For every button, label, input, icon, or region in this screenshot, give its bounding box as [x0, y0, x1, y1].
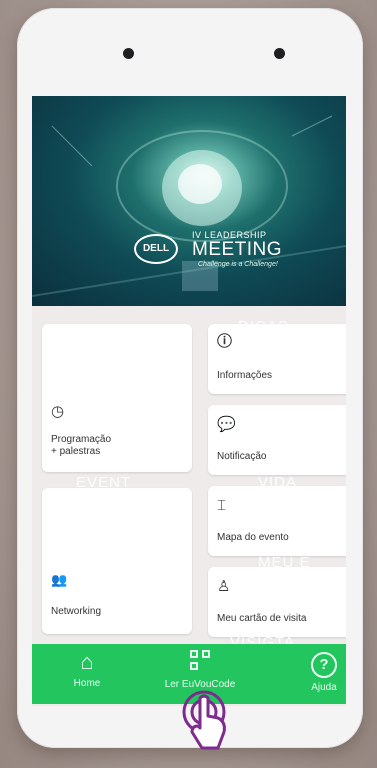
overlay-word-meu-e: MEU E [258, 554, 311, 571]
people-icon: 👥 [51, 572, 68, 587]
nav-home[interactable]: ⌂ Home [62, 649, 112, 690]
front-camera-right [274, 48, 285, 59]
clock-icon: ◷ [51, 403, 65, 420]
event-tagline: Challenge is a Challenge! [198, 261, 278, 268]
nav-ajuda-label: Ajuda [311, 682, 337, 693]
chat-bubble-icon: 💬 [217, 416, 236, 433]
banner-graphic [32, 115, 346, 297]
overlay-word-vida: VIDA [258, 474, 298, 491]
tile-cartao-label: Meu cartão de visita [217, 613, 307, 624]
qr-code-icon [150, 650, 250, 675]
nav-ajuda[interactable]: ? Ajuda [304, 650, 344, 693]
tile-notificacao[interactable]: 💬 Notificação [208, 405, 346, 475]
tile-programacao-label-line2: + palestras [51, 446, 101, 457]
event-banner: DELL IV LEADERSHIP MEETING Challenge is … [32, 96, 346, 306]
home-icon: ⌂ [80, 649, 94, 674]
map-icon: ⌶ [217, 497, 227, 514]
app-screen: DELL IV LEADERSHIP MEETING Challenge is … [32, 96, 346, 706]
nav-ler-code[interactable]: Ler EuVouCode [150, 650, 250, 690]
tile-cartao-visita[interactable]: ♙ Meu cartão de visita [208, 567, 346, 637]
help-icon: ? [304, 650, 344, 678]
tap-gesture-icon [182, 690, 226, 750]
tile-programacao[interactable]: ◷ Programação + palestras [42, 324, 192, 472]
overlay-word-dicas: DICAS [238, 318, 289, 335]
info-icon: ⓘ [217, 333, 233, 350]
front-camera-left [123, 48, 134, 59]
nav-home-label: Home [73, 678, 101, 689]
tile-notificacao-label: Notificação [217, 451, 267, 462]
tile-mapa[interactable]: ⌶ Mapa do evento [208, 486, 346, 556]
overlay-word-evento: EVENT [76, 474, 132, 491]
contact-card-icon: ♙ [217, 578, 231, 595]
tile-programacao-label-line1: Programação [51, 434, 112, 445]
tile-networking-label: Networking [51, 606, 102, 617]
tile-networking[interactable]: 👥 Networking [42, 488, 192, 634]
tile-mapa-label: Mapa do evento [217, 532, 289, 543]
dell-logo: DELL [134, 234, 178, 264]
tile-informacoes-label: Informações [217, 370, 273, 381]
event-title-line2: MEETING [192, 239, 283, 260]
